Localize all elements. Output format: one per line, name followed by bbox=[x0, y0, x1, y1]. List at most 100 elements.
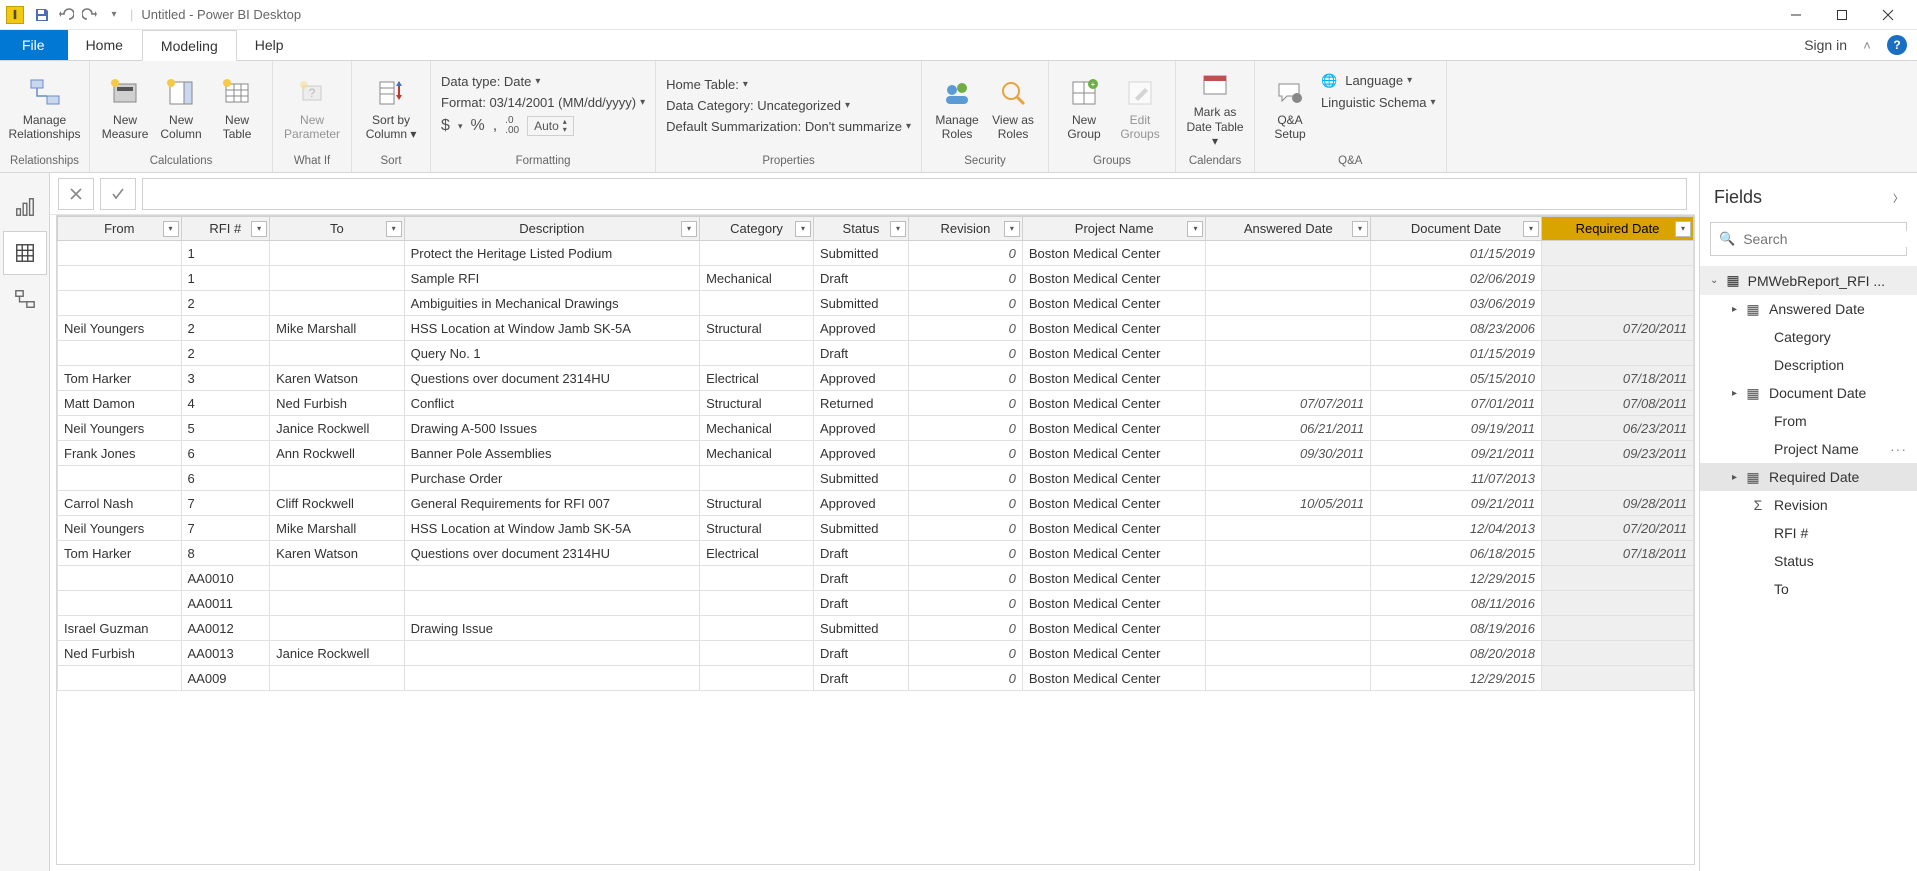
table-row[interactable]: AA0011Draft0Boston Medical Center08/11/2… bbox=[58, 591, 1694, 616]
cell[interactable]: Carrol Nash bbox=[58, 491, 182, 516]
column-filter-icon[interactable]: ▾ bbox=[1187, 221, 1203, 237]
save-icon[interactable] bbox=[31, 4, 53, 26]
qa-setup-button[interactable]: Q&A Setup bbox=[1265, 69, 1315, 149]
cell[interactable]: Questions over document 2314HU bbox=[404, 366, 699, 391]
cell[interactable]: Boston Medical Center bbox=[1022, 616, 1206, 641]
cell[interactable]: Mechanical bbox=[700, 266, 814, 291]
table-row[interactable]: 2Ambiguities in Mechanical DrawingsSubmi… bbox=[58, 291, 1694, 316]
column-header[interactable]: Status▾ bbox=[814, 217, 909, 241]
field-item[interactable]: ▸▦Answered Date bbox=[1700, 295, 1917, 323]
cell[interactable] bbox=[404, 641, 699, 666]
cell[interactable]: 07/08/2011 bbox=[1541, 391, 1693, 416]
cell[interactable]: Ned Furbish bbox=[270, 391, 404, 416]
cell[interactable]: AA0011 bbox=[181, 591, 270, 616]
cell[interactable]: Submitted bbox=[814, 291, 909, 316]
cell[interactable] bbox=[270, 266, 404, 291]
cell[interactable]: Boston Medical Center bbox=[1022, 391, 1206, 416]
report-view-button[interactable] bbox=[3, 185, 47, 229]
column-header[interactable]: From▾ bbox=[58, 217, 182, 241]
data-view-button[interactable] bbox=[3, 231, 47, 275]
cell[interactable]: 06/23/2011 bbox=[1541, 416, 1693, 441]
cell[interactable]: Submitted bbox=[814, 466, 909, 491]
cell[interactable] bbox=[1206, 541, 1371, 566]
cell[interactable]: 0 bbox=[908, 591, 1022, 616]
cell[interactable] bbox=[1206, 266, 1371, 291]
cell[interactable] bbox=[1541, 666, 1693, 691]
cell[interactable] bbox=[1206, 241, 1371, 266]
sort-by-column-button[interactable]: Sort by Column ▾ bbox=[362, 69, 420, 149]
cell[interactable]: Boston Medical Center bbox=[1022, 316, 1206, 341]
cell[interactable] bbox=[1206, 516, 1371, 541]
cell[interactable] bbox=[700, 241, 814, 266]
cell[interactable] bbox=[1206, 341, 1371, 366]
cell[interactable]: Draft bbox=[814, 541, 909, 566]
cell[interactable]: AA0010 bbox=[181, 566, 270, 591]
undo-icon[interactable] bbox=[55, 4, 77, 26]
format-dropdown[interactable]: Format: 03/14/2001 (MM/dd/yyyy) bbox=[441, 95, 645, 110]
cell[interactable] bbox=[270, 466, 404, 491]
cell[interactable]: Neil Youngers bbox=[58, 516, 182, 541]
cell[interactable] bbox=[700, 291, 814, 316]
column-header[interactable]: Project Name▾ bbox=[1022, 217, 1206, 241]
percent-button[interactable]: % bbox=[470, 117, 484, 135]
cell[interactable]: 2 bbox=[181, 341, 270, 366]
cell[interactable]: Electrical bbox=[700, 366, 814, 391]
cell[interactable]: 0 bbox=[908, 266, 1022, 291]
cell[interactable] bbox=[1206, 316, 1371, 341]
cell[interactable] bbox=[58, 591, 182, 616]
cell[interactable]: Boston Medical Center bbox=[1022, 266, 1206, 291]
column-header[interactable]: Answered Date▾ bbox=[1206, 217, 1371, 241]
cell[interactable]: 0 bbox=[908, 291, 1022, 316]
cell[interactable] bbox=[700, 666, 814, 691]
cell[interactable]: 0 bbox=[908, 616, 1022, 641]
cell[interactable]: 0 bbox=[908, 516, 1022, 541]
cell[interactable]: Ann Rockwell bbox=[270, 441, 404, 466]
cell[interactable]: Karen Watson bbox=[270, 541, 404, 566]
cell[interactable]: Returned bbox=[814, 391, 909, 416]
cell[interactable] bbox=[1541, 566, 1693, 591]
cell[interactable]: 0 bbox=[908, 466, 1022, 491]
cell[interactable]: 2 bbox=[181, 316, 270, 341]
new-measure-button[interactable]: New Measure bbox=[100, 69, 150, 149]
cell[interactable]: 2 bbox=[181, 291, 270, 316]
cell[interactable]: Karen Watson bbox=[270, 366, 404, 391]
cell[interactable]: 12/29/2015 bbox=[1371, 666, 1542, 691]
cell[interactable]: Banner Pole Assemblies bbox=[404, 441, 699, 466]
cell[interactable]: 12/29/2015 bbox=[1371, 566, 1542, 591]
field-item[interactable]: Description bbox=[1700, 351, 1917, 379]
cell[interactable]: AA0013 bbox=[181, 641, 270, 666]
cell[interactable] bbox=[58, 341, 182, 366]
cell[interactable]: 1 bbox=[181, 266, 270, 291]
cell[interactable]: 08/23/2006 bbox=[1371, 316, 1542, 341]
cell[interactable] bbox=[1206, 466, 1371, 491]
maximize-button[interactable] bbox=[1819, 0, 1865, 30]
table-row[interactable]: Frank Jones6Ann RockwellBanner Pole Asse… bbox=[58, 441, 1694, 466]
commit-formula-button[interactable] bbox=[100, 178, 136, 210]
field-item[interactable]: ▸▦Required Date bbox=[1700, 463, 1917, 491]
table-row[interactable]: 2Query No. 1Draft0Boston Medical Center0… bbox=[58, 341, 1694, 366]
cell[interactable] bbox=[1206, 591, 1371, 616]
cell[interactable]: Structural bbox=[700, 491, 814, 516]
table-row[interactable]: AA0010Draft0Boston Medical Center12/29/2… bbox=[58, 566, 1694, 591]
cell[interactable]: Mechanical bbox=[700, 416, 814, 441]
cell[interactable]: 0 bbox=[908, 641, 1022, 666]
cell[interactable]: Boston Medical Center bbox=[1022, 341, 1206, 366]
table-row[interactable]: Ned FurbishAA0013Janice RockwellDraft0Bo… bbox=[58, 641, 1694, 666]
cell[interactable]: Draft bbox=[814, 666, 909, 691]
cell[interactable]: 7 bbox=[181, 491, 270, 516]
cell[interactable] bbox=[1206, 366, 1371, 391]
cell[interactable]: Draft bbox=[814, 566, 909, 591]
cell[interactable]: Janice Rockwell bbox=[270, 641, 404, 666]
cell[interactable]: Conflict bbox=[404, 391, 699, 416]
cell[interactable]: Structural bbox=[700, 316, 814, 341]
cell[interactable]: General Requirements for RFI 007 bbox=[404, 491, 699, 516]
cell[interactable]: 03/06/2019 bbox=[1371, 291, 1542, 316]
table-row[interactable]: Tom Harker8Karen WatsonQuestions over do… bbox=[58, 541, 1694, 566]
cell[interactable]: 05/15/2010 bbox=[1371, 366, 1542, 391]
cell[interactable] bbox=[270, 566, 404, 591]
cell[interactable] bbox=[270, 291, 404, 316]
cell[interactable]: 11/07/2013 bbox=[1371, 466, 1542, 491]
default-summarization-dropdown[interactable]: Default Summarization: Don't summarize bbox=[666, 119, 911, 134]
cell[interactable]: 0 bbox=[908, 391, 1022, 416]
column-filter-icon[interactable]: ▾ bbox=[1352, 221, 1368, 237]
